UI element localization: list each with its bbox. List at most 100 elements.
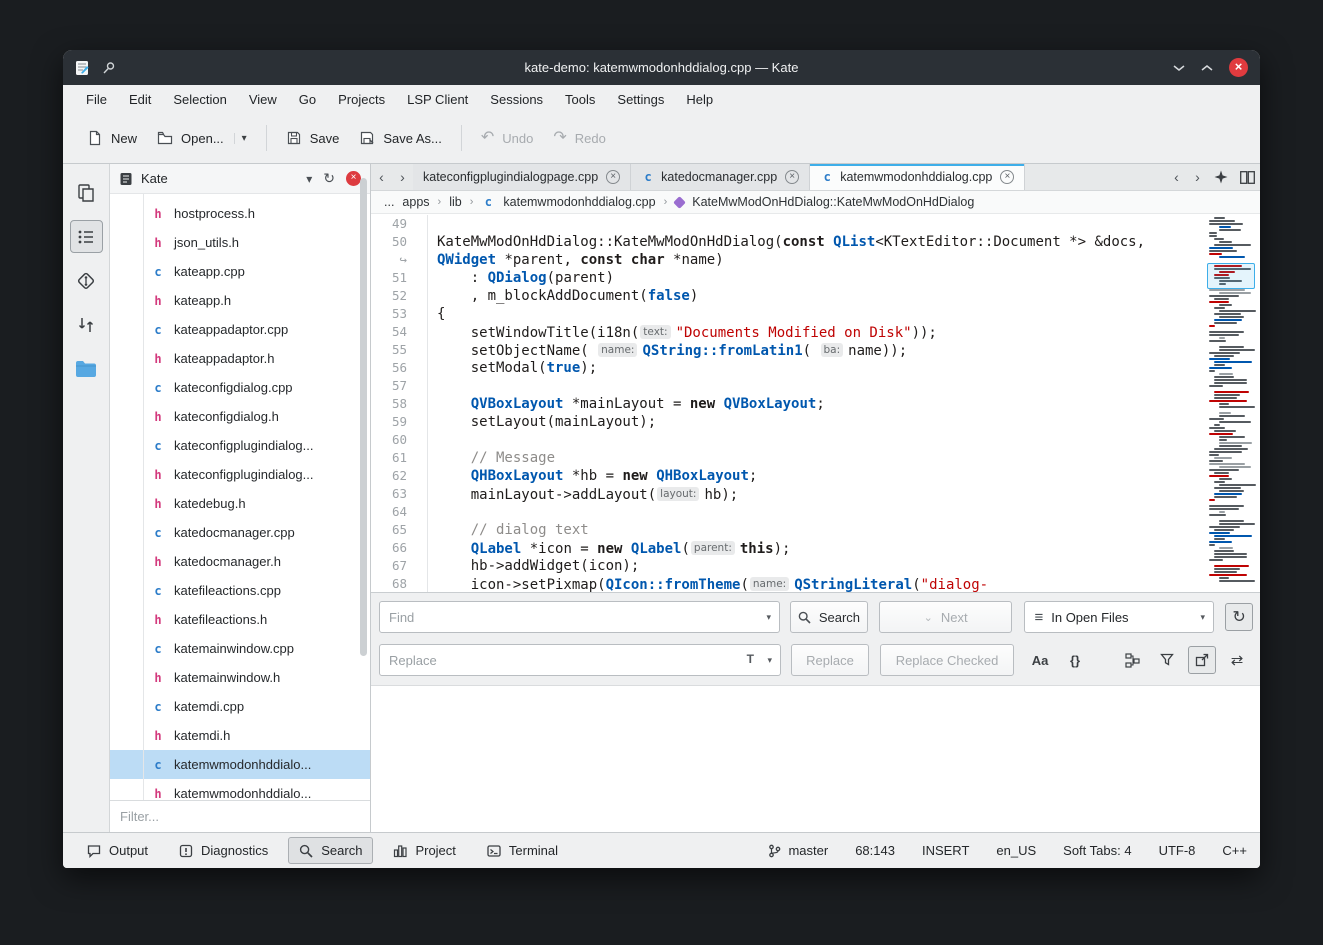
compare-tool-button[interactable] (70, 308, 103, 341)
menu-item-sessions[interactable]: Sessions (479, 88, 554, 111)
project-toolview-button[interactable]: Project (382, 837, 466, 864)
code-line[interactable]: 53{ (371, 305, 1206, 323)
documents-tool-button[interactable] (70, 176, 103, 209)
symbols-tool-button[interactable] (70, 220, 103, 253)
save-as-button[interactable]: Save As... (349, 122, 452, 154)
file-tree-item[interactable]: hkateappadaptor.h (110, 344, 370, 373)
close-button[interactable]: × (1229, 58, 1248, 77)
breadcrumb-item[interactable]: katemwmodonhddialog.cpp (503, 195, 655, 209)
cursor-position[interactable]: 68:143 (855, 843, 895, 858)
code-line[interactable]: 67 hb->addWidget(icon); (371, 557, 1206, 575)
find-input[interactable] (382, 610, 755, 625)
git-branch-indicator[interactable]: master (768, 843, 828, 858)
menu-item-projects[interactable]: Projects (327, 88, 396, 111)
undo-button[interactable]: ↶ Undo (471, 123, 543, 154)
code-line[interactable]: ↪QWidget *parent, const char *name) (371, 251, 1206, 269)
maximize-button[interactable] (1201, 64, 1213, 72)
output-toolview-button[interactable]: Output (76, 837, 159, 864)
code-line[interactable]: 50KateMwModOnHdDialog::KateMwModOnHdDial… (371, 233, 1206, 251)
history-back-button[interactable]: ‹ (371, 164, 392, 190)
search-toolview-button[interactable]: Search (288, 837, 373, 864)
filter-results-button[interactable] (1153, 646, 1181, 674)
file-tree-item[interactable]: hhostprocess.h (110, 199, 370, 228)
input-mode[interactable]: INSERT (922, 843, 969, 858)
dictionary[interactable]: en_US (996, 843, 1036, 858)
panel-refresh-icon[interactable]: ↻ (323, 170, 335, 187)
terminal-toolview-button[interactable]: Terminal (476, 837, 569, 864)
file-tree-item[interactable]: hkateconfigdialog.h (110, 402, 370, 431)
code-line[interactable]: 63 mainLayout->addLayout(layout:hb); (371, 485, 1206, 503)
code-line[interactable]: 51 : QDialog(parent) (371, 269, 1206, 287)
code-line[interactable]: 59 setLayout(mainLayout); (371, 413, 1206, 431)
file-tree-item[interactable]: ckatedocmanager.cpp (110, 518, 370, 547)
tab-close-icon[interactable]: × (1000, 170, 1014, 184)
panel-close-icon[interactable]: × (346, 171, 361, 186)
file-tree-item[interactable]: hkateapp.h (110, 286, 370, 315)
find-combobox[interactable]: ▾ (379, 601, 780, 633)
search-scope-dropdown[interactable]: ≡ In Open Files ▾ (1024, 601, 1214, 633)
breadcrumb-item[interactable]: ... (384, 195, 394, 209)
tab-close-icon[interactable]: × (606, 170, 620, 184)
code-line[interactable]: 49 (371, 215, 1206, 233)
file-tree-item[interactable]: hkatedebug.h (110, 489, 370, 518)
insert-placeholder-icon[interactable]: T (747, 652, 754, 666)
panel-menu-icon[interactable]: ▾ (306, 172, 312, 186)
file-tree-item[interactable]: hkatemdi.h (110, 721, 370, 750)
code-line[interactable]: 60 (371, 431, 1206, 449)
history-forward-button[interactable]: › (392, 164, 413, 190)
file-tree-item[interactable]: hjson_utils.h (110, 228, 370, 257)
save-button[interactable]: Save (276, 122, 350, 154)
breadcrumb-item[interactable]: lib (449, 195, 462, 209)
code-line[interactable]: 61 // Message (371, 449, 1206, 467)
breadcrumb-item[interactable]: apps (402, 195, 429, 209)
pin-icon[interactable] (102, 61, 116, 75)
breadcrumb-item[interactable]: KateMwModOnHdDialog::KateMwModOnHdDialog (692, 195, 974, 209)
file-tree-item[interactable]: ckatemwmodonhddialo... (110, 750, 370, 779)
file-tree-item[interactable]: hkatemwmodonhddialo... (110, 779, 370, 800)
menu-item-go[interactable]: Go (288, 88, 327, 111)
refresh-search-button[interactable]: ↻ (1225, 603, 1253, 631)
file-tree-item[interactable]: ckatemdi.cpp (110, 692, 370, 721)
file-tree-item[interactable]: ckateconfigplugindialog... (110, 431, 370, 460)
indent-mode[interactable]: Soft Tabs: 4 (1063, 843, 1131, 858)
tab-scroll-left-button[interactable]: ‹ (1166, 164, 1187, 190)
tab-scroll-right-button[interactable]: › (1187, 164, 1208, 190)
code-line[interactable]: 64 (371, 503, 1206, 521)
file-tree-item[interactable]: hkatedocmanager.h (110, 547, 370, 576)
file-tree-item[interactable]: hkateconfigplugindialog... (110, 460, 370, 489)
open-button[interactable]: Open... ▾ (147, 122, 257, 154)
code-line[interactable]: 56 setModal(true); (371, 359, 1206, 377)
code-line[interactable]: 62 QHBoxLayout *hb = new QHBoxLayout; (371, 467, 1206, 485)
menu-item-help[interactable]: Help (675, 88, 724, 111)
file-tree-item[interactable]: ckateapp.cpp (110, 257, 370, 286)
open-dropdown-icon[interactable]: ▾ (234, 133, 247, 144)
code-view[interactable]: 4950KateMwModOnHdDialog::KateMwModOnHdDi… (371, 214, 1260, 592)
code-line[interactable]: 58 QVBoxLayout *mainLayout = new QVBoxLa… (371, 395, 1206, 413)
split-view-button[interactable] (1234, 164, 1260, 190)
git-tool-button[interactable] (70, 264, 103, 297)
chevron-down-icon[interactable]: ▾ (766, 612, 771, 623)
redo-button[interactable]: ↷ Redo (543, 123, 615, 154)
titlebar[interactable]: kate-demo: katemwmodonhddialog.cpp — Kat… (63, 50, 1260, 85)
menu-item-selection[interactable]: Selection (162, 88, 237, 111)
search-results-area[interactable] (371, 685, 1260, 832)
tree-scrollbar[interactable] (360, 178, 367, 656)
file-tree-item[interactable]: ckatefileactions.cpp (110, 576, 370, 605)
next-button[interactable]: ⌄ Next (879, 601, 1013, 633)
code-line[interactable]: 57 (371, 377, 1206, 395)
menu-item-file[interactable]: File (75, 88, 118, 111)
tab-katedocmanager-cpp[interactable]: ckatedocmanager.cpp× (631, 164, 810, 190)
encoding[interactable]: UTF-8 (1159, 843, 1196, 858)
code-line[interactable]: 55 setObjectName( name:QString::fromLati… (371, 341, 1206, 359)
quick-open-button[interactable] (1208, 164, 1234, 190)
search-button[interactable]: Search (790, 601, 868, 633)
file-tree-item[interactable]: hkatefileactions.h (110, 605, 370, 634)
show-context-button[interactable] (1118, 646, 1146, 674)
minimize-button[interactable] (1173, 64, 1185, 72)
menu-item-lsp-client[interactable]: LSP Client (396, 88, 479, 111)
filesystem-tool-button[interactable] (70, 352, 103, 385)
file-tree-item[interactable]: hkatemainwindow.h (110, 663, 370, 692)
syntax-mode[interactable]: C++ (1222, 843, 1247, 858)
file-tree-item[interactable]: ckatemainwindow.cpp (110, 634, 370, 663)
replace-input[interactable] (382, 653, 756, 668)
